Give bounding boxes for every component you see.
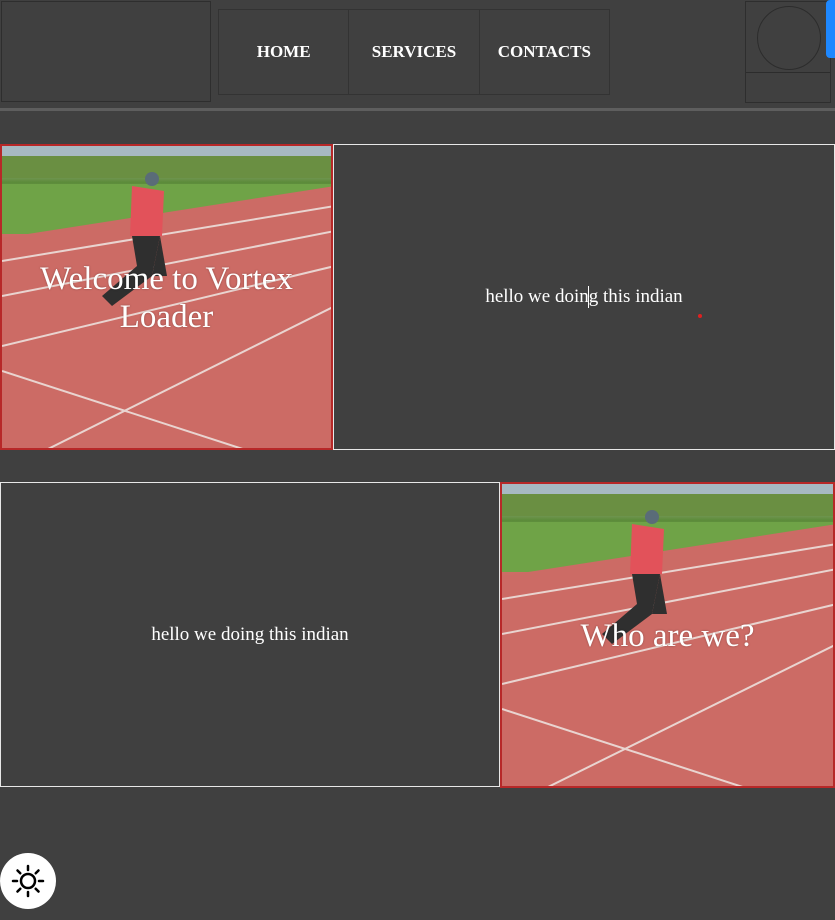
nav-contacts-link[interactable]: CONTACTS [480,10,609,94]
nav-home-link[interactable]: HOME [219,10,350,94]
red-dot-marker [698,314,702,318]
about-text: hello we doing this indian [151,623,349,645]
hero-caption: Welcome to Vortex Loader [40,261,293,335]
avatar[interactable] [757,6,821,70]
hero-image-panel: Welcome to Vortex Loader [0,144,333,450]
intro-text-panel: hello we doing this indian [333,144,835,450]
logo-placeholder [1,1,211,102]
profile-label-area [746,72,830,103]
main-nav: HOME SERVICES CONTACTS [218,9,610,95]
header-divider [0,108,835,111]
profile-box[interactable] [745,1,831,103]
sun-icon [11,864,45,898]
about-caption: Who are we? [580,618,755,654]
side-tab[interactable] [826,0,835,58]
theme-toggle-button[interactable] [0,853,56,909]
nav-services-link[interactable]: SERVICES [349,10,480,94]
intro-text: hello we doing this indian [485,286,683,307]
text-caret [588,286,589,308]
about-image-panel: Who are we? [500,482,835,788]
about-text-panel: hello we doing this indian [0,482,500,787]
